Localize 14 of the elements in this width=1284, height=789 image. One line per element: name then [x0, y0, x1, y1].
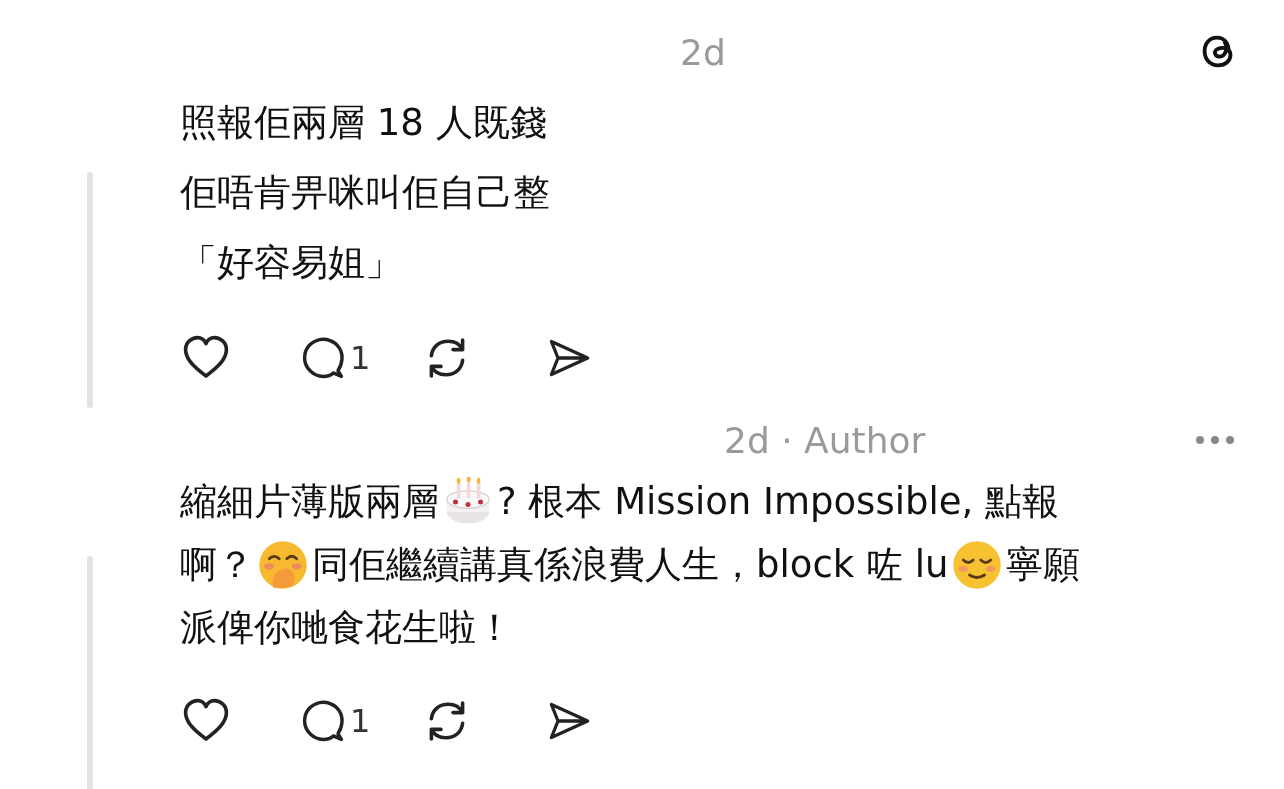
comment-text: 派俾你哋食花生啦！: [180, 605, 513, 651]
comment-text: 「好容易姐」: [180, 240, 402, 286]
comment-text: 寧願: [1006, 542, 1081, 588]
comment-text: 同佢繼續講真係浪費人生，block 咗 lu: [312, 542, 949, 588]
timestamp: 2d · Author: [724, 419, 926, 461]
comment-text: ? 根本 Mission Impossible, 點報: [497, 479, 1059, 525]
comment-text: 縮細片薄版兩層: [180, 479, 439, 525]
hand-over-mouth-emoji-icon: [258, 539, 308, 590]
timestamp: 2d: [680, 31, 726, 73]
more-options-icon[interactable]: [1195, 435, 1235, 445]
comment-text: 啊？: [180, 542, 254, 588]
comment-text: 照報佢兩層 18 人既錢: [180, 100, 547, 146]
comment-text: 佢唔肯畀咪叫佢自己整: [180, 170, 550, 216]
relieved-face-emoji-icon: [952, 539, 1003, 590]
